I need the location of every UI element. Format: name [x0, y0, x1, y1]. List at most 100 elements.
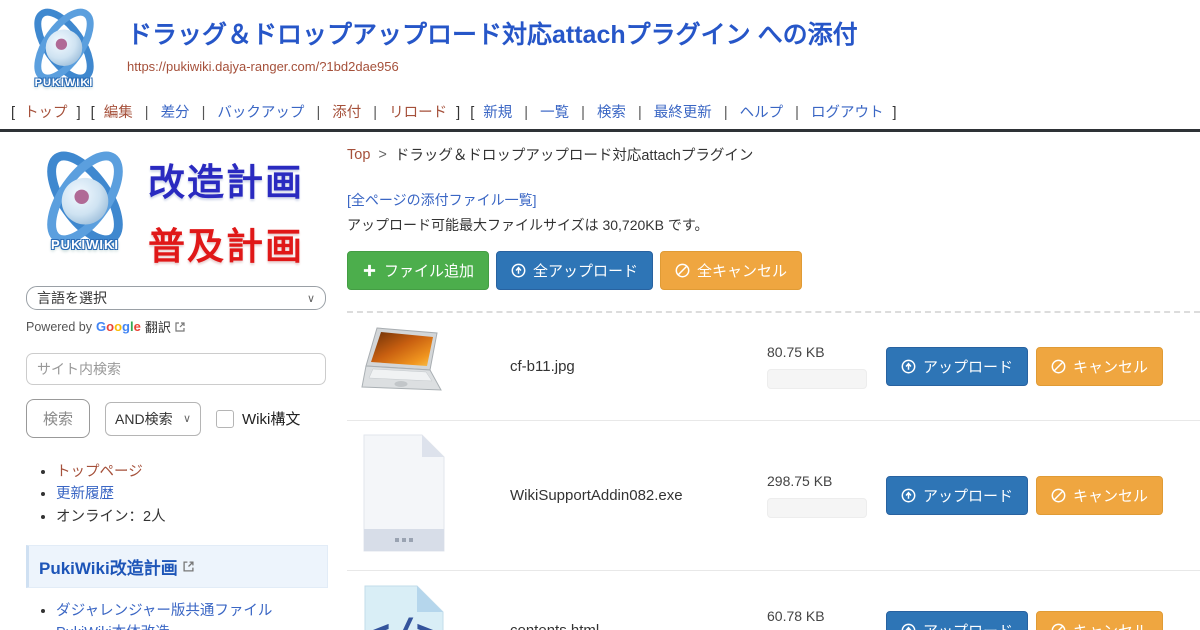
circle-arrow-up-icon: [511, 263, 526, 278]
sidebar-item-core-mods[interactable]: PukiWiki本体改造: [56, 625, 170, 630]
nav-reload-link[interactable]: リロード: [389, 105, 447, 121]
nav-new-link[interactable]: 新規: [483, 105, 512, 121]
nav-separator: |: [316, 105, 320, 121]
cancel-button[interactable]: キャンセル: [1036, 347, 1163, 386]
add-files-button[interactable]: ファイル追加: [347, 251, 489, 290]
nav-separator: |: [373, 105, 377, 121]
ban-circle-icon: [1051, 359, 1066, 374]
nav-edit-link[interactable]: 編集: [104, 105, 133, 121]
nav-separator: |: [524, 105, 528, 121]
bracket: ]: [77, 105, 81, 121]
sidebar-item-update-history[interactable]: 更新履歴: [56, 486, 114, 502]
site-search-input[interactable]: [26, 353, 326, 385]
nav-separator: |: [581, 105, 585, 121]
file-size: 298.75 KB: [767, 473, 877, 489]
cancel-button[interactable]: キャンセル: [1036, 611, 1163, 630]
language-select[interactable]: 言語を選択 ∨: [26, 286, 326, 310]
list-item: 更新履歴: [56, 484, 331, 504]
main-content: Top > ドラッグ＆ドロップアップロード対応attachプラグイン [全ページ…: [345, 132, 1200, 630]
bracket: [: [11, 105, 15, 121]
bracket: [: [91, 105, 95, 121]
svg-text:</>: </>: [365, 609, 441, 630]
breadcrumb: Top > ドラッグ＆ドロップアップロード対応attachプラグイン: [347, 144, 1200, 165]
max-upload-size-text: アップロード可能最大ファイルサイズは 30,720KB です。: [347, 215, 1200, 235]
plus-icon: [362, 263, 377, 278]
list-item: PukiWiki本体改造: [56, 623, 331, 630]
pukiwiki-logo[interactable]: PUKIWIKI: [18, 6, 110, 89]
sidebar-section-links: ダジャレンジャー版共通ファイル PukiWiki本体改造 PukiWikiテキス…: [56, 601, 331, 630]
nav-logout-link[interactable]: ログアウト: [811, 105, 884, 121]
breadcrumb-home-link[interactable]: Top: [347, 147, 370, 163]
cancel-all-button[interactable]: 全キャンセル: [660, 251, 802, 290]
nav-help-link[interactable]: ヘルプ: [740, 105, 784, 121]
code-file-icon: </>: [357, 582, 449, 630]
file-row: cf-b11.jpg 80.75 KB アップロード キャンセル: [347, 313, 1200, 421]
upload-button[interactable]: アップロード: [886, 347, 1028, 386]
upload-all-button[interactable]: 全アップロード: [496, 251, 653, 290]
sidebar-banner[interactable]: PUKIWIKI 改造計画 普及計画: [26, 148, 331, 270]
file-row: </> contents.html 60.78 KB アップロード キャンセル: [347, 571, 1200, 630]
nav-search-link[interactable]: 検索: [597, 105, 626, 121]
nav-list-link[interactable]: 一覧: [540, 105, 569, 121]
google-translate-credit: Powered by Google 翻訳: [26, 317, 331, 336]
google-logo-text: Google: [96, 319, 141, 334]
page-url[interactable]: https://pukiwiki.dajya-ranger.com/?1bd2d…: [127, 59, 1200, 74]
breadcrumb-separator: >: [378, 147, 386, 163]
nav-backup-link[interactable]: バックアップ: [217, 105, 304, 121]
circle-arrow-up-icon: [901, 359, 916, 374]
top-nav: [ トップ ] [ 編集 | 差分 | バックアップ | 添付 | リロード ]…: [0, 97, 1200, 122]
ban-circle-icon: [675, 263, 690, 278]
banner-kaizou-text: 改造計画: [148, 152, 304, 206]
search-button[interactable]: 検索: [26, 399, 90, 438]
sidebar-quick-links: トップページ 更新履歴 オンライン：2人: [56, 462, 331, 527]
nav-separator: |: [202, 105, 206, 121]
sidebar: PUKIWIKI 改造計画 普及計画 言語を選択 ∨ Powered by Go…: [0, 132, 345, 630]
bracket: ]: [456, 105, 460, 121]
translate-link[interactable]: 翻訳: [145, 317, 171, 336]
upload-toolbar: ファイル追加 全アップロード 全キャンセル: [347, 251, 1200, 290]
nav-attach-link[interactable]: 添付: [332, 105, 361, 121]
search-mode-select[interactable]: AND検索 ∨: [105, 402, 201, 436]
generic-file-icon: [357, 432, 449, 554]
upload-button[interactable]: アップロード: [886, 476, 1028, 515]
file-row: WikiSupportAddin082.exe 298.75 KB アップロード…: [347, 421, 1200, 571]
nav-top-link[interactable]: トップ: [24, 105, 68, 121]
sidebar-item-common-files[interactable]: ダジャレンジャー版共通ファイル: [56, 603, 272, 619]
list-item: ダジャレンジャー版共通ファイル: [56, 601, 331, 621]
ban-circle-icon: [1051, 623, 1066, 630]
nav-recent-link[interactable]: 最終更新: [654, 105, 712, 121]
file-name: cf-b11.jpg: [497, 358, 757, 375]
chevron-down-icon: ∨: [183, 412, 191, 425]
file-size: 60.78 KB: [767, 608, 877, 624]
sidebar-section-heading[interactable]: PukiWiki改造計画: [26, 545, 328, 588]
upload-button[interactable]: アップロード: [886, 611, 1028, 630]
bracket: [: [470, 105, 474, 121]
nav-separator: |: [724, 105, 728, 121]
upload-progress-bar: [767, 369, 867, 389]
nav-diff-link[interactable]: 差分: [161, 105, 190, 121]
breadcrumb-current: ドラッグ＆ドロップアップロード対応attachプラグイン: [395, 144, 754, 165]
cancel-button[interactable]: キャンセル: [1036, 476, 1163, 515]
sidebar-item-top-page[interactable]: トップページ: [56, 464, 143, 480]
list-item: オンライン：2人: [56, 507, 331, 527]
file-name: contents.html: [497, 622, 757, 630]
bracket: ]: [893, 105, 897, 121]
chevron-down-icon: ∨: [307, 292, 315, 305]
ban-circle-icon: [1051, 488, 1066, 503]
page-header: PUKIWIKI ドラッグ＆ドロップアップロード対応attachプラグイン への…: [0, 0, 1200, 97]
file-name: WikiSupportAddin082.exe: [497, 487, 757, 504]
banner-fukyuu-text: 普及計画: [148, 216, 304, 270]
nav-separator: |: [145, 105, 149, 121]
atom-logo-icon: [20, 6, 108, 86]
nav-separator: |: [638, 105, 642, 121]
external-link-icon: [175, 322, 185, 332]
wiki-syntax-checkbox[interactable]: [216, 410, 234, 428]
page-title: ドラッグ＆ドロップアップロード対応attachプラグイン への添付: [127, 22, 1200, 50]
online-count: オンライン：2人: [56, 509, 166, 525]
list-item: トップページ: [56, 462, 331, 482]
all-pages-attach-list-link[interactable]: [全ページの添付ファイル一覧]: [347, 190, 537, 210]
file-size: 80.75 KB: [767, 344, 877, 360]
circle-arrow-up-icon: [901, 623, 916, 630]
nav-separator: |: [795, 105, 799, 121]
atom-logo-icon: [29, 148, 141, 250]
